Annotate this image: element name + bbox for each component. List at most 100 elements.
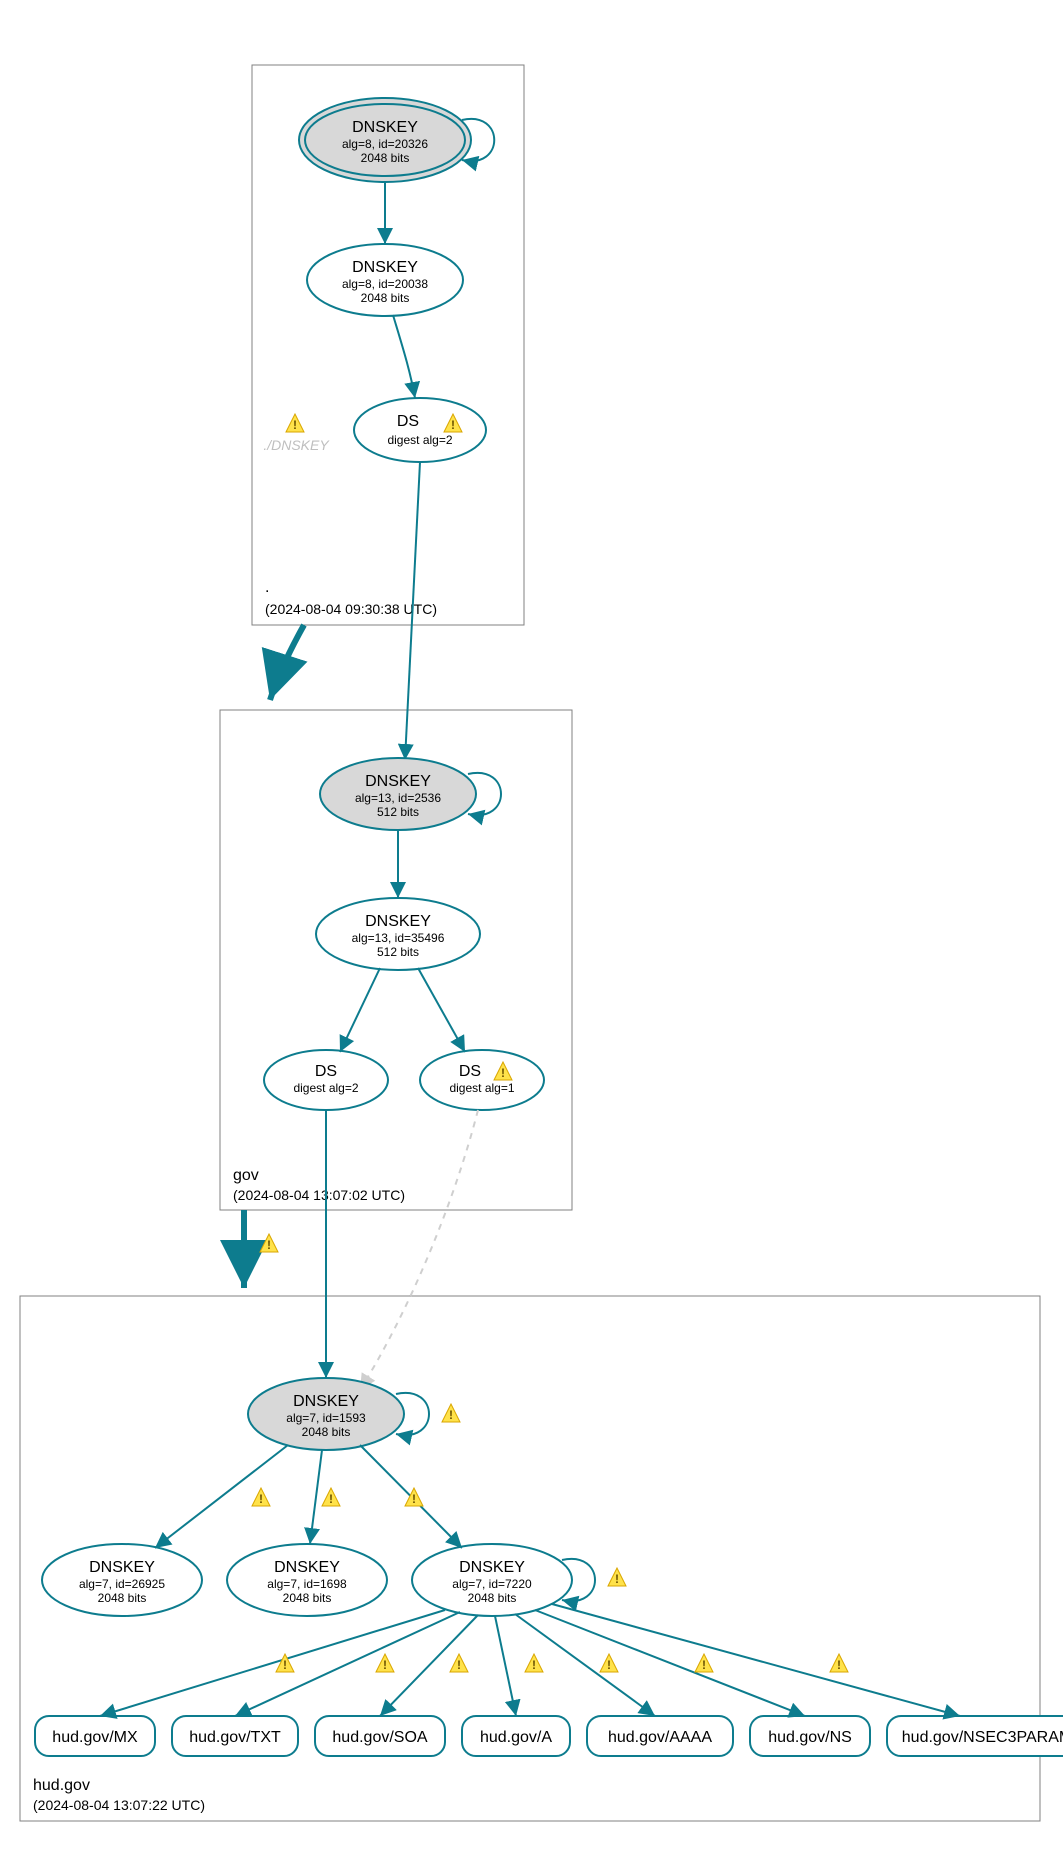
warning-icon: ! (600, 1654, 618, 1672)
rr-label-aaaa: hud.gov/AAAA (608, 1729, 712, 1746)
hud-zsk1-node: DNSKEY alg=7, id=26925 2048 bits (42, 1544, 202, 1616)
edge-root-zsk-to-ds (393, 315, 415, 398)
warning-icon: ! (442, 1404, 460, 1422)
zone-gov-timestamp: (2024-08-04 13:07:02 UTC) (233, 1187, 405, 1203)
gov-ksk-line2: alg=13, id=2536 (355, 791, 441, 805)
edge-zsk3-to-nsec3param (552, 1604, 960, 1716)
gov-zsk-line3: 512 bits (377, 945, 419, 959)
svg-text:!: ! (329, 1492, 333, 1506)
root-zsk-line3: 2048 bits (361, 291, 410, 305)
hud-zsk1-line2: alg=7, id=26925 (79, 1577, 165, 1591)
zone-hud: hud.gov (2024-08-04 13:07:22 UTC) DNSKEY… (20, 1110, 1063, 1821)
hud-ksk-node: DNSKEY alg=7, id=1593 2048 bits (248, 1378, 404, 1450)
warning-icon: ! (322, 1488, 340, 1506)
gov-zsk-node: DNSKEY alg=13, id=35496 512 bits (316, 898, 480, 970)
svg-text:!: ! (412, 1492, 416, 1506)
gov-ksk-title: DNSKEY (365, 773, 431, 790)
warning-icon: ! (252, 1488, 270, 1506)
root-zsk-node: DNSKEY alg=8, id=20038 2048 bits (307, 244, 463, 316)
svg-text:!: ! (267, 1238, 271, 1252)
rr-label-mx: hud.gov/MX (52, 1729, 138, 1746)
hud-ksk-line2: alg=7, id=1593 (286, 1411, 366, 1425)
root-ghost-dnskey-label: ./DNSKEY (263, 437, 330, 453)
hud-zsk3-node: DNSKEY alg=7, id=7220 2048 bits (412, 1544, 572, 1616)
root-ksk-line2: alg=8, id=20326 (342, 137, 428, 151)
hud-zsk3-title: DNSKEY (459, 1559, 525, 1576)
root-ds-title: DS (397, 413, 419, 430)
rr-label-soa: hud.gov/SOA (332, 1729, 428, 1746)
root-ksk-node: DNSKEY alg=8, id=20326 2048 bits (299, 98, 471, 182)
edge-zsk3-to-mx (100, 1610, 445, 1716)
gov-ds1-line2: digest alg=2 (293, 1081, 358, 1095)
rr-label-ns: hud.gov/NS (768, 1729, 852, 1746)
edge-gov-ds2-to-hud-ksk (360, 1110, 478, 1390)
edge-hud-ksk-to-zsk1 (155, 1445, 288, 1548)
root-zsk-line2: alg=8, id=20038 (342, 277, 428, 291)
rr-label-txt: hud.gov/TXT (189, 1729, 281, 1746)
zone-gov: gov (2024-08-04 13:07:02 UTC) DNSKEY alg… (220, 462, 572, 1210)
zone-root: . (2024-08-04 09:30:38 UTC) DNSKEY alg=8… (252, 65, 524, 625)
warning-icon: ! (260, 1234, 278, 1252)
gov-ksk-line3: 512 bits (377, 805, 419, 819)
svg-text:!: ! (501, 1066, 505, 1080)
hud-zsk2-line2: alg=7, id=1698 (267, 1577, 347, 1591)
rr-node-a: hud.gov/A (462, 1716, 570, 1756)
root-ds-node: DS digest alg=2 ! (354, 398, 486, 462)
svg-text:!: ! (532, 1658, 536, 1672)
hud-zsk1-line3: 2048 bits (98, 1591, 147, 1605)
edge-hud-ksk-to-zsk2 (310, 1450, 322, 1544)
root-ksk-title: DNSKEY (352, 119, 418, 136)
svg-text:!: ! (615, 1572, 619, 1586)
zone-hud-timestamp: (2024-08-04 13:07:22 UTC) (33, 1797, 205, 1813)
svg-text:!: ! (837, 1658, 841, 1672)
root-zsk-title: DNSKEY (352, 259, 418, 276)
hud-zsk2-node: DNSKEY alg=7, id=1698 2048 bits (227, 1544, 387, 1616)
warning-icon: ! (608, 1568, 626, 1586)
edge-zsk3-to-a (495, 1616, 516, 1716)
warning-icon: ! (830, 1654, 848, 1672)
hud-zsk2-line3: 2048 bits (283, 1591, 332, 1605)
rr-node-ns: hud.gov/NS (750, 1716, 870, 1756)
warning-icon: ! (450, 1654, 468, 1672)
svg-text:!: ! (451, 418, 455, 432)
zone-root-timestamp: (2024-08-04 09:30:38 UTC) (265, 601, 437, 617)
svg-text:!: ! (259, 1492, 263, 1506)
svg-text:!: ! (383, 1658, 387, 1672)
hud-zsk2-title: DNSKEY (274, 1559, 340, 1576)
gov-ds2-line2: digest alg=1 (449, 1081, 514, 1095)
svg-text:!: ! (607, 1658, 611, 1672)
svg-text:!: ! (457, 1658, 461, 1672)
hud-ksk-line3: 2048 bits (302, 1425, 351, 1439)
warning-icon: ! (286, 414, 304, 432)
rr-node-nsec3param: hud.gov/NSEC3PARAM (887, 1716, 1063, 1756)
gov-ksk-node: DNSKEY alg=13, id=2536 512 bits (320, 758, 476, 830)
gov-zsk-title: DNSKEY (365, 913, 431, 930)
rr-node-soa: hud.gov/SOA (315, 1716, 445, 1756)
rr-node-aaaa: hud.gov/AAAA (587, 1716, 733, 1756)
hud-ksk-title: DNSKEY (293, 1393, 359, 1410)
edge-gov-zsk-to-ds2 (418, 968, 465, 1052)
gov-ds2-node: DS digest alg=1 ! (420, 1050, 544, 1110)
warning-icon: ! (405, 1488, 423, 1506)
gov-zsk-line2: alg=13, id=35496 (352, 931, 445, 945)
root-ds-line2: digest alg=2 (387, 433, 452, 447)
rr-label-a: hud.gov/A (480, 1729, 552, 1746)
rr-label-nsec3param: hud.gov/NSEC3PARAM (902, 1729, 1063, 1746)
svg-text:!: ! (293, 418, 297, 432)
svg-text:!: ! (702, 1658, 706, 1672)
edge-gov-zsk-to-ds1 (340, 968, 380, 1052)
svg-text:!: ! (449, 1408, 453, 1422)
warning-icon: ! (525, 1654, 543, 1672)
warning-icon: ! (376, 1654, 394, 1672)
root-ghost-dnskey: ! ./DNSKEY (263, 414, 330, 453)
root-ksk-line3: 2048 bits (361, 151, 410, 165)
hud-zsk3-line2: alg=7, id=7220 (452, 1577, 532, 1591)
rr-node-mx: hud.gov/MX (35, 1716, 155, 1756)
rr-node-txt: hud.gov/TXT (172, 1716, 298, 1756)
gov-ds1-title: DS (315, 1063, 337, 1080)
zone-gov-label: gov (233, 1167, 259, 1184)
svg-text:!: ! (283, 1658, 287, 1672)
hud-zsk3-line3: 2048 bits (468, 1591, 517, 1605)
warning-icon: ! (695, 1654, 713, 1672)
zone-hud-label: hud.gov (33, 1777, 90, 1794)
